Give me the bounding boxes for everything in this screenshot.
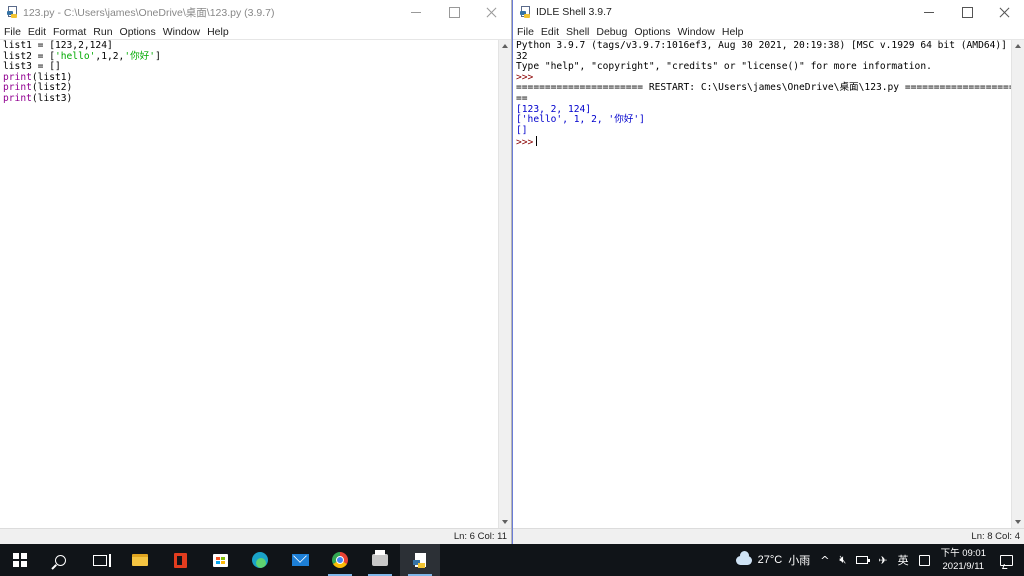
start-button[interactable] xyxy=(0,544,40,576)
editor-vertical-scrollbar[interactable] xyxy=(498,40,511,528)
code-line: list2 = ['hello',1,2,'你好'] xyxy=(3,50,161,62)
idle-file-icon xyxy=(7,6,19,18)
minimize-button[interactable] xyxy=(397,0,435,24)
shell-line: Python 3.9.7 (tags/v3.9.7:1016ef3, Aug 3… xyxy=(516,40,1011,51)
menu-run[interactable]: Run xyxy=(93,24,112,40)
file-explorer-button[interactable] xyxy=(120,544,160,576)
search-icon xyxy=(54,554,66,566)
maximize-button[interactable] xyxy=(435,0,473,24)
printer-icon xyxy=(372,550,388,566)
shell-line: ====================== RESTART: C:\Users… xyxy=(516,82,1011,94)
edge-icon xyxy=(252,552,268,568)
editor-window: 123.py - C:\Users\james\OneDrive\桌面\123.… xyxy=(0,0,512,544)
rain-cloud-icon xyxy=(735,550,752,565)
scroll-up-arrow-icon[interactable] xyxy=(1015,44,1021,48)
office-icon xyxy=(173,552,187,568)
editor-titlebar[interactable]: 123.py - C:\Users\james\OneDrive\桌面\123.… xyxy=(0,0,511,24)
task-view-button[interactable] xyxy=(80,544,120,576)
editor-menubar: File Edit Format Run Options Window Help xyxy=(0,24,511,40)
store-icon xyxy=(212,553,228,567)
edge-button[interactable] xyxy=(240,544,280,576)
menu-options[interactable]: Options xyxy=(120,24,156,40)
editor-statusbar: Ln: 6 Col: 11 xyxy=(0,528,511,544)
shell-vertical-scrollbar[interactable] xyxy=(1011,40,1024,528)
idle-taskbar-button[interactable] xyxy=(400,544,440,576)
system-tray: 27°C 小雨 ^ 🔇︎ ✈ 英 下午 09:01 2021/9/11 xyxy=(731,544,1024,576)
code-line: list3 = [] xyxy=(3,61,61,73)
text-cursor xyxy=(536,136,538,147)
code-line: print(list1) xyxy=(3,71,73,83)
shell-titlebar[interactable]: IDLE Shell 3.9.7 xyxy=(513,0,1024,24)
volume-button[interactable]: 🔇︎ xyxy=(834,544,851,576)
store-button[interactable] xyxy=(200,544,240,576)
close-button[interactable] xyxy=(473,0,511,24)
code-line: print(list2) xyxy=(3,82,73,94)
menu-file[interactable]: File xyxy=(4,24,21,40)
weather-desc: 小雨 xyxy=(788,555,811,567)
menu-edit[interactable]: Edit xyxy=(28,24,46,40)
ime-mode-label: 英 xyxy=(897,555,909,567)
shell-window: IDLE Shell 3.9.7 File Edit Shell Debug O… xyxy=(512,0,1024,544)
airplane-icon: ✈ xyxy=(878,553,888,567)
clock-time: 下午 09:01 xyxy=(940,548,986,559)
code-line: print(list3) xyxy=(3,92,73,104)
menu-edit[interactable]: Edit xyxy=(541,24,559,40)
clock-date: 2021/9/11 xyxy=(942,561,985,572)
ime-icon xyxy=(918,554,930,566)
menu-window[interactable]: Window xyxy=(163,24,200,40)
airplane-mode-button[interactable]: ✈ xyxy=(873,544,892,576)
shell-line: Type "help", "copyright", "credits" or "… xyxy=(516,61,932,73)
notification-center-button[interactable] xyxy=(992,544,1024,576)
shell-menubar: File Edit Shell Debug Options Window Hel… xyxy=(513,24,1024,40)
weather-widget[interactable]: 27°C 小雨 xyxy=(731,544,816,576)
battery-button[interactable] xyxy=(851,544,873,576)
battery-icon xyxy=(856,556,871,564)
shell-line: >>> xyxy=(516,136,1008,149)
menu-help[interactable]: Help xyxy=(207,24,229,40)
show-hidden-icons-button[interactable]: ^ xyxy=(815,544,834,576)
menu-file[interactable]: File xyxy=(517,24,534,40)
shell-statusbar: Ln: 8 Col: 4 xyxy=(513,528,1024,544)
menu-options[interactable]: Options xyxy=(634,24,670,40)
volume-muted-icon: 🔇︎ xyxy=(839,553,847,566)
weather-temp: 27°C xyxy=(757,554,783,566)
close-button[interactable] xyxy=(986,0,1024,24)
windows-logo-icon xyxy=(13,553,27,567)
editor-title: 123.py - C:\Users\james\OneDrive\桌面\123.… xyxy=(23,6,275,19)
shell-text-area[interactable]: Python 3.9.7 (tags/v3.9.7:1016ef3, Aug 3… xyxy=(513,40,1011,528)
shell-output-line: [] xyxy=(516,124,528,136)
minimize-button[interactable] xyxy=(910,0,948,24)
mail-icon xyxy=(291,554,309,566)
folder-icon xyxy=(132,554,148,566)
editor-cursor-position: Ln: 6 Col: 11 xyxy=(453,531,507,542)
clock[interactable]: 下午 09:01 2021/9/11 xyxy=(935,547,992,573)
taskbar: 27°C 小雨 ^ 🔇︎ ✈ 英 下午 09:01 2021/9/11 xyxy=(0,544,1024,576)
scroll-down-arrow-icon[interactable] xyxy=(502,520,508,524)
printer-app-button[interactable] xyxy=(360,544,400,576)
search-button[interactable] xyxy=(40,544,80,576)
office-button[interactable] xyxy=(160,544,200,576)
menu-debug[interactable]: Debug xyxy=(596,24,627,40)
ime-options-button[interactable] xyxy=(914,544,935,576)
menu-window[interactable]: Window xyxy=(678,24,715,40)
menu-format[interactable]: Format xyxy=(53,24,86,40)
shell-cursor-position: Ln: 8 Col: 4 xyxy=(971,531,1020,542)
editor-text-area[interactable]: list1 = [123,2,124] list2 = ['hello',1,2… xyxy=(0,40,498,528)
shell-title: IDLE Shell 3.9.7 xyxy=(536,6,612,18)
mail-button[interactable] xyxy=(280,544,320,576)
menu-help[interactable]: Help xyxy=(722,24,744,40)
chevron-up-icon: ^ xyxy=(820,553,830,567)
idle-python-icon xyxy=(412,552,428,568)
ime-language-button[interactable]: 英 xyxy=(893,544,914,576)
shell-output-line: ['hello', 1, 2, '你好'] xyxy=(516,114,645,126)
scroll-down-arrow-icon[interactable] xyxy=(1015,520,1021,524)
scroll-up-arrow-icon[interactable] xyxy=(502,44,508,48)
menu-shell[interactable]: Shell xyxy=(566,24,589,40)
notification-icon xyxy=(1000,554,1013,566)
maximize-button[interactable] xyxy=(948,0,986,24)
chrome-icon xyxy=(332,552,348,568)
idle-shell-icon xyxy=(520,6,532,18)
task-view-icon xyxy=(93,553,111,567)
chrome-button[interactable] xyxy=(320,544,360,576)
